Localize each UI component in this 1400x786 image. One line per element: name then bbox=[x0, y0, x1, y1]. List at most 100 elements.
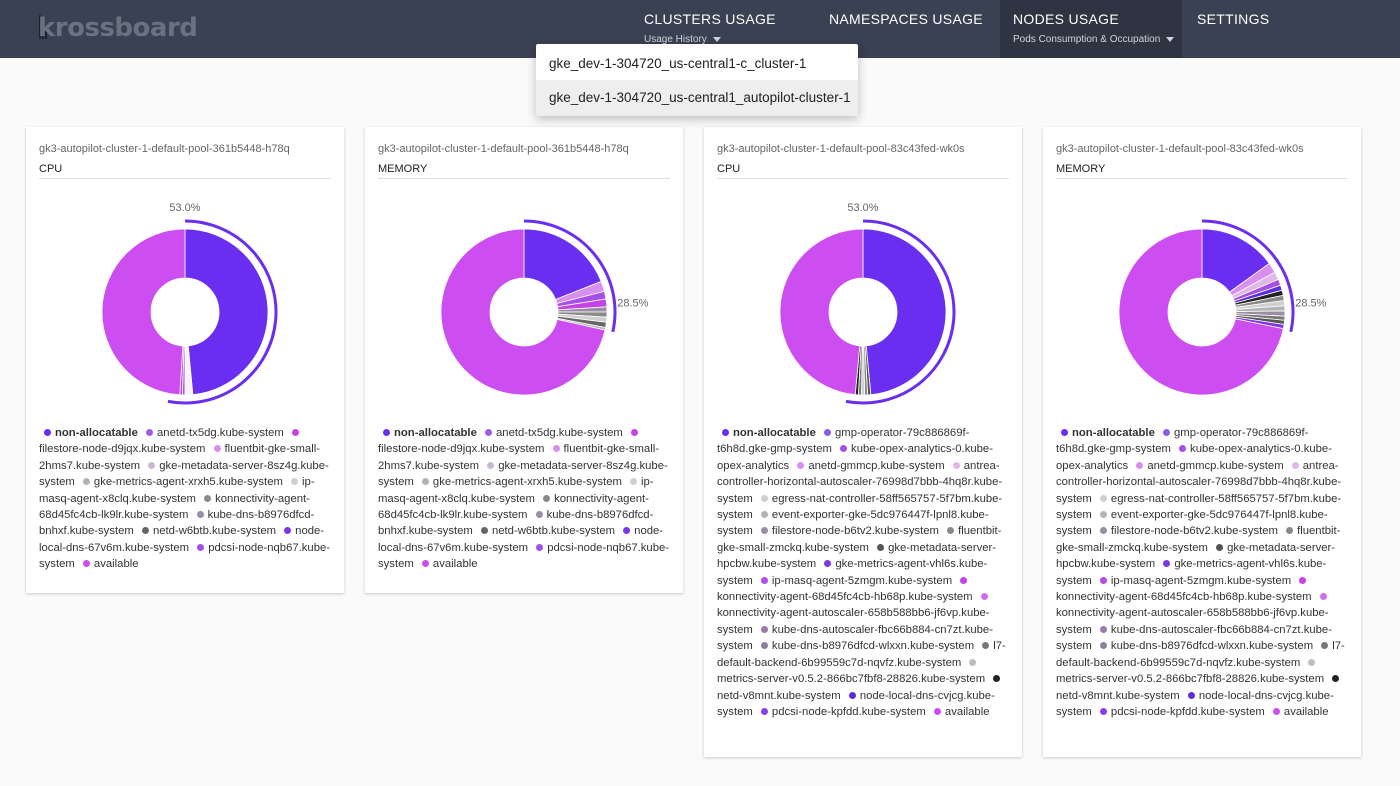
legend-item[interactable]: non-allocatable bbox=[1056, 427, 1155, 439]
nav-settings-label: SETTINGS bbox=[1197, 11, 1270, 27]
legend-color-dot-icon bbox=[630, 429, 638, 436]
legend-item-label: netd-v8mnt.kube-system bbox=[717, 689, 841, 702]
legend-color-dot-icon bbox=[760, 527, 768, 535]
legend-item[interactable]: available bbox=[417, 558, 478, 570]
legend-item[interactable]: anetd-gmmcp.kube-system bbox=[792, 459, 945, 472]
chart-legend: non-allocatable anetd-tx5dg.kube-system … bbox=[378, 425, 672, 573]
legend-item[interactable]: gke-metrics-agent-xrxh5.kube-system bbox=[78, 476, 283, 488]
legend-item[interactable]: available bbox=[929, 706, 990, 718]
legend-color-dot-icon bbox=[1299, 576, 1307, 584]
legend-color-dot-icon bbox=[760, 625, 768, 633]
donut-slices bbox=[440, 228, 608, 396]
legend-color-dot-icon bbox=[148, 461, 156, 469]
legend-color-dot-icon bbox=[141, 527, 149, 535]
legend-item-label: konnectivity-agent-68d45fc4cb-hb68p.kube… bbox=[1056, 591, 1312, 604]
legend-color-dot-icon bbox=[44, 429, 51, 436]
legend-item[interactable]: pdcsi-node-kpfdd.kube-system bbox=[756, 706, 926, 718]
card-divider bbox=[717, 178, 1009, 179]
node-usage-card: gk3-autopilot-cluster-1-default-pool-361… bbox=[26, 127, 344, 593]
card-metric-label: MEMORY bbox=[1056, 163, 1106, 175]
card-metric-label: MEMORY bbox=[378, 163, 428, 175]
legend-color-dot-icon bbox=[1099, 511, 1107, 519]
legend-item[interactable]: netd-w6btb.kube-system bbox=[476, 525, 615, 537]
legend-item-label: filestore-node-b6tv2.kube-system bbox=[1110, 525, 1278, 538]
legend-item[interactable]: non-allocatable bbox=[378, 427, 477, 439]
usage-donut-chart: 53.0% bbox=[101, 202, 278, 405]
legend-item-label: filestore-node-b6tv2.kube-system bbox=[771, 525, 939, 538]
legend-color-dot-icon bbox=[421, 560, 429, 568]
legend-item[interactable]: available bbox=[1268, 706, 1329, 718]
node-usage-card: gk3-autopilot-cluster-1-default-pool-83c… bbox=[704, 127, 1022, 757]
legend-color-dot-icon bbox=[760, 511, 768, 519]
nav-clusters-usage-label: CLUSTERS USAGE bbox=[644, 11, 776, 27]
legend-color-dot-icon bbox=[1163, 560, 1171, 568]
legend-item-label: available bbox=[93, 558, 139, 571]
legend-item-label: metrics-server-v0.5.2-866bc7fbf8-28826.k… bbox=[717, 673, 986, 686]
legend-item[interactable]: filestore-node-b6tv2.kube-system bbox=[1095, 525, 1278, 537]
legend-color-dot-icon bbox=[848, 691, 856, 699]
legend-color-dot-icon bbox=[480, 527, 488, 535]
legend-color-dot-icon bbox=[1099, 576, 1107, 584]
legend-color-dot-icon bbox=[623, 527, 631, 535]
node-usage-card: gk3-autopilot-cluster-1-default-pool-361… bbox=[365, 127, 683, 593]
legend-color-dot-icon bbox=[383, 429, 390, 436]
legend-color-dot-icon bbox=[291, 429, 299, 436]
legend-color-dot-icon bbox=[933, 707, 941, 715]
legend-item[interactable]: gke-metrics-agent-xrxh5.kube-system bbox=[417, 476, 622, 488]
dropdown-item-autopilot-cluster-1[interactable]: gke_dev-1-304720_us-central1_autopilot-c… bbox=[536, 80, 858, 116]
usage-donut-chart: 28.5% bbox=[1118, 219, 1327, 396]
legend-color-dot-icon bbox=[1099, 625, 1107, 633]
legend-item-label: anetd-gmmcp.kube-system bbox=[808, 459, 945, 472]
legend-color-dot-icon bbox=[82, 560, 90, 568]
legend-item[interactable]: pdcsi-node-kpfdd.kube-system bbox=[1095, 706, 1265, 718]
nav-nodes-usage[interactable]: NODES USAGE Pods Consumption & Occupatio… bbox=[1000, 0, 1182, 58]
donut-slice[interactable] bbox=[779, 228, 864, 396]
legend-color-dot-icon bbox=[980, 593, 988, 601]
legend-color-dot-icon bbox=[630, 478, 638, 486]
legend-item[interactable]: non-allocatable bbox=[717, 427, 816, 439]
legend-item-label: gke-metrics-agent-xrxh5.kube-system bbox=[93, 476, 283, 489]
legend-color-dot-icon bbox=[1187, 691, 1195, 699]
legend-item-label: filestore-node-d9jqx.kube-system bbox=[378, 443, 545, 456]
nav-pods-consumption-menu[interactable]: Pods Consumption & Occupation bbox=[1013, 34, 1175, 45]
card-divider bbox=[378, 178, 670, 179]
dropdown-item-cluster-1[interactable]: gke_dev-1-304720_us-central1-c_cluster-1 bbox=[536, 46, 858, 82]
legend-color-dot-icon bbox=[1099, 494, 1107, 502]
legend-item[interactable]: anetd-gmmcp.kube-system bbox=[1131, 460, 1284, 472]
legend-color-dot-icon bbox=[722, 429, 729, 436]
legend-color-dot-icon bbox=[196, 511, 204, 519]
legend-color-dot-icon bbox=[877, 543, 885, 551]
nav-settings[interactable]: SETTINGS bbox=[1197, 0, 1277, 58]
legend-item[interactable]: anetd-tx5dg.kube-system bbox=[141, 427, 284, 439]
legend-item[interactable]: kube-dns-b8976dfcd-wlxxn.kube-system bbox=[756, 640, 974, 652]
legend-color-dot-icon bbox=[1136, 461, 1144, 469]
usage-percentage-label: 28.5% bbox=[617, 298, 648, 310]
legend-item-label: ip-masq-agent-5zmgm.kube-system bbox=[771, 574, 953, 587]
donut-slice[interactable] bbox=[101, 228, 186, 396]
legend-color-dot-icon bbox=[1308, 658, 1316, 666]
usage-percentage-label: 53.0% bbox=[169, 202, 200, 214]
usage-donut-chart: 53.0% bbox=[779, 202, 956, 405]
legend-color-dot-icon bbox=[760, 642, 768, 650]
chart-legend: non-allocatable anetd-tx5dg.kube-system … bbox=[39, 425, 333, 573]
legend-color-dot-icon bbox=[993, 675, 1001, 683]
legend-item[interactable]: anetd-tx5dg.kube-system bbox=[480, 427, 623, 439]
legend-item-label: available bbox=[1283, 705, 1329, 718]
card-node-name: gk3-autopilot-cluster-1-default-pool-83c… bbox=[1056, 143, 1304, 155]
legend-color-dot-icon bbox=[213, 445, 221, 453]
cluster-select-dropdown: gke_dev-1-304720_us-central1-c_cluster-1… bbox=[536, 44, 858, 116]
legend-color-dot-icon bbox=[1321, 642, 1329, 650]
legend-item[interactable]: filestore-node-b6tv2.kube-system bbox=[756, 525, 939, 537]
card-node-name: gk3-autopilot-cluster-1-default-pool-361… bbox=[39, 143, 290, 155]
legend-item[interactable]: netd-w6btb.kube-system bbox=[137, 525, 276, 537]
legend-item-label: filestore-node-d9jqx.kube-system bbox=[39, 443, 206, 456]
chevron-down-icon bbox=[712, 36, 721, 42]
legend-item[interactable]: non-allocatable bbox=[39, 427, 138, 439]
app-logo[interactable]: krossboard bbox=[38, 13, 198, 43]
legend-color-dot-icon bbox=[82, 478, 90, 486]
legend-item[interactable]: ip-masq-agent-5zmgm.kube-system bbox=[756, 575, 952, 587]
legend-item[interactable]: available bbox=[78, 558, 139, 570]
legend-item[interactable]: ip-masq-agent-5zmgm.kube-system bbox=[1095, 575, 1291, 587]
legend-color-dot-icon bbox=[760, 707, 768, 715]
legend-item[interactable]: kube-dns-b8976dfcd-wlxxn.kube-system bbox=[1095, 640, 1313, 652]
